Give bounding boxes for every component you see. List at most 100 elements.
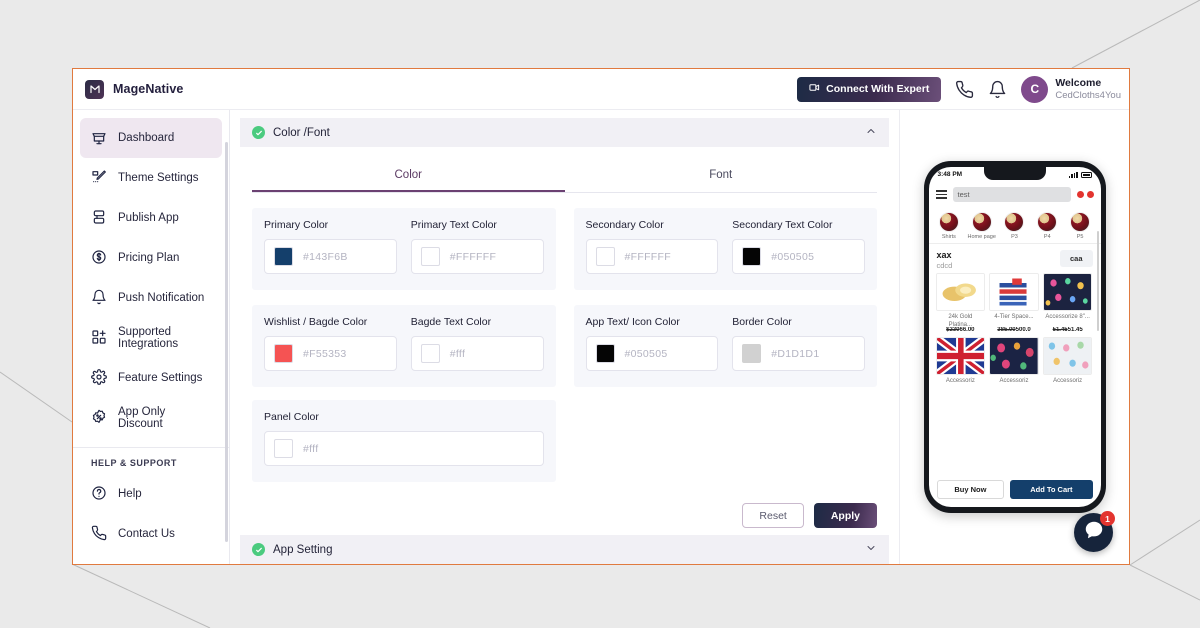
field-app-text-icon-color: App Text/ Icon Color #050505 — [585, 316, 719, 371]
color-swatch[interactable] — [742, 247, 762, 266]
connect-with-expert-button[interactable]: Connect With Expert — [797, 76, 942, 102]
sidebar-item-pricing-plan[interactable]: Pricing Plan — [80, 238, 222, 278]
product-name: Accessoriz — [999, 378, 1029, 385]
tab-color[interactable]: Color — [252, 161, 565, 192]
field-border-color: Border Color #D1D1D1 — [732, 316, 865, 371]
story-item[interactable]: Shirts — [935, 212, 964, 240]
secondary-text-color-input[interactable]: #050505 — [732, 239, 865, 274]
check-circle-icon — [252, 543, 265, 556]
sidebar-item-help[interactable]: Help — [80, 474, 222, 514]
sidebar-item-label: Supported Integrations — [118, 326, 179, 350]
hex-value: #F55353 — [303, 347, 347, 360]
hex-value: #FFFFFF — [449, 250, 497, 263]
primary-text-color-input[interactable]: #FFFFFF — [410, 239, 544, 274]
hex-value: #FFFFFF — [624, 250, 671, 263]
app-text-icon-color-input[interactable]: #050505 — [585, 336, 719, 371]
hex-value: #050505 — [771, 250, 815, 263]
accordion-header-app-setting[interactable]: App Setting — [240, 535, 889, 564]
field-label: Wishlist / Bagde Color — [264, 316, 368, 328]
badge-text-color-input[interactable]: #fff — [410, 336, 544, 371]
bell-icon — [91, 289, 107, 308]
apply-button[interactable]: Apply — [813, 503, 877, 528]
color-swatch[interactable] — [420, 247, 440, 266]
tab-font[interactable]: Font — [565, 161, 878, 192]
product-card[interactable]: 4-Tier Space... 385.00500.0 — [989, 273, 1039, 333]
sidebar-navigation: Dashboard Theme Settings Publish App Pri… — [73, 110, 230, 564]
sidebar-item-app-only-discount[interactable]: App Only Discount — [80, 398, 222, 438]
hex-value: #fff — [449, 347, 466, 360]
story-item[interactable]: P5 — [1066, 212, 1095, 240]
wishlist-badge-color-input[interactable]: #F55353 — [264, 336, 397, 371]
story-item[interactable]: P3 — [1000, 212, 1029, 240]
field-label: Panel Color — [264, 411, 319, 423]
phone-notch — [983, 167, 1046, 180]
chat-widget-button[interactable]: 1 — [1074, 511, 1115, 552]
search-input[interactable]: test — [952, 187, 1071, 202]
color-swatch[interactable] — [742, 344, 762, 363]
color-fields-row-1: Primary Color #143F6B Primary Text Color… — [252, 208, 877, 290]
bell-icon[interactable] — [988, 80, 1007, 99]
story-item[interactable]: P4 — [1033, 212, 1062, 240]
sidebar-item-label: Contact Us — [118, 528, 175, 540]
signal-bars-icon — [1068, 171, 1078, 178]
sidebar-item-theme-settings[interactable]: Theme Settings — [80, 158, 222, 198]
panel-color-input[interactable]: #fff — [264, 431, 544, 466]
user-account-chip[interactable]: C Welcome CedCloths4You — [1021, 75, 1121, 103]
add-to-cart-button[interactable]: Add To Cart — [1010, 480, 1093, 499]
product-old-price: 385.00 — [997, 327, 1016, 334]
field-label: Primary Text Color — [410, 219, 497, 231]
product-card[interactable]: Accessoriz — [1042, 337, 1093, 391]
story-avatar — [1004, 212, 1025, 232]
section-action-button[interactable]: caa — [1059, 250, 1093, 267]
cart-dot-icon[interactable] — [1086, 191, 1094, 198]
product-name: 4-Tier Space... — [994, 314, 1034, 321]
integrations-icon — [91, 329, 107, 348]
product-card[interactable]: Accessoriz — [989, 337, 1039, 391]
product-card[interactable]: 24k Gold Platina... $23066.00 — [935, 273, 986, 333]
field-panel-color: Panel Color #fff — [264, 411, 544, 466]
product-card[interactable]: Accessorize 8"... 51.4551.45 — [1042, 273, 1093, 333]
product-image — [989, 273, 1039, 312]
discount-icon — [91, 409, 107, 428]
color-swatch[interactable] — [595, 344, 615, 363]
reset-button[interactable]: Reset — [742, 503, 804, 528]
user-info: Welcome CedCloths4You — [1055, 77, 1121, 102]
chevron-up-icon[interactable] — [865, 124, 877, 142]
phone-scrollbar[interactable] — [1096, 231, 1099, 331]
sidebar-item-label: Publish App — [118, 212, 179, 224]
connect-with-expert-label: Connect With Expert — [826, 83, 930, 95]
secondary-color-input[interactable]: #FFFFFF — [585, 239, 719, 274]
mobile-preview-pane: 3:48 PM test Shirts Home page P3 P4 P5 x… — [899, 110, 1129, 564]
product-card[interactable]: Accessoriz — [935, 337, 986, 391]
sidebar-scrollbar[interactable] — [225, 142, 228, 542]
brand-logo[interactable]: MageNative — [85, 79, 183, 99]
color-swatch[interactable] — [595, 247, 615, 266]
color-swatch[interactable] — [420, 344, 440, 363]
accordion-header-color-font[interactable]: Color /Font — [240, 118, 889, 147]
chevron-down-icon[interactable] — [865, 541, 877, 559]
sidebar-item-dashboard[interactable]: Dashboard — [80, 118, 222, 158]
field-label: Secondary Text Color — [732, 219, 833, 231]
sidebar-item-feature-settings[interactable]: Feature Settings — [80, 358, 222, 398]
field-primary-text-color: Primary Text Color #FFFFFF — [410, 219, 544, 274]
color-font-panel: Color Font Primary Color #143F6B Primary… — [240, 147, 889, 541]
sidebar-item-supported-integrations[interactable]: Supported Integrations — [80, 318, 222, 358]
story-item[interactable]: Home page — [967, 212, 996, 240]
story-avatar — [971, 212, 992, 232]
buy-now-button[interactable]: Buy Now — [936, 480, 1005, 499]
border-color-input[interactable]: #D1D1D1 — [732, 336, 865, 371]
sidebar-item-push-notification[interactable]: Push Notification — [80, 278, 222, 318]
sidebar-item-label: Push Notification — [118, 292, 205, 304]
color-swatch[interactable] — [274, 439, 293, 458]
phone-icon[interactable] — [955, 80, 974, 99]
sidebar-item-publish-app[interactable]: Publish App — [80, 198, 222, 238]
field-label: App Text/ Icon Color — [585, 316, 680, 328]
primary-color-input[interactable]: #143F6B — [264, 239, 397, 274]
hamburger-menu-icon[interactable] — [935, 190, 947, 199]
section-subtitle: cdcd — [936, 261, 953, 271]
sidebar-item-contact-us[interactable]: Contact Us — [80, 514, 222, 554]
color-swatch[interactable] — [274, 247, 293, 266]
field-secondary-color: Secondary Color #FFFFFF — [585, 219, 719, 274]
wishlist-dot-icon[interactable] — [1076, 191, 1084, 198]
color-swatch[interactable] — [274, 344, 293, 363]
